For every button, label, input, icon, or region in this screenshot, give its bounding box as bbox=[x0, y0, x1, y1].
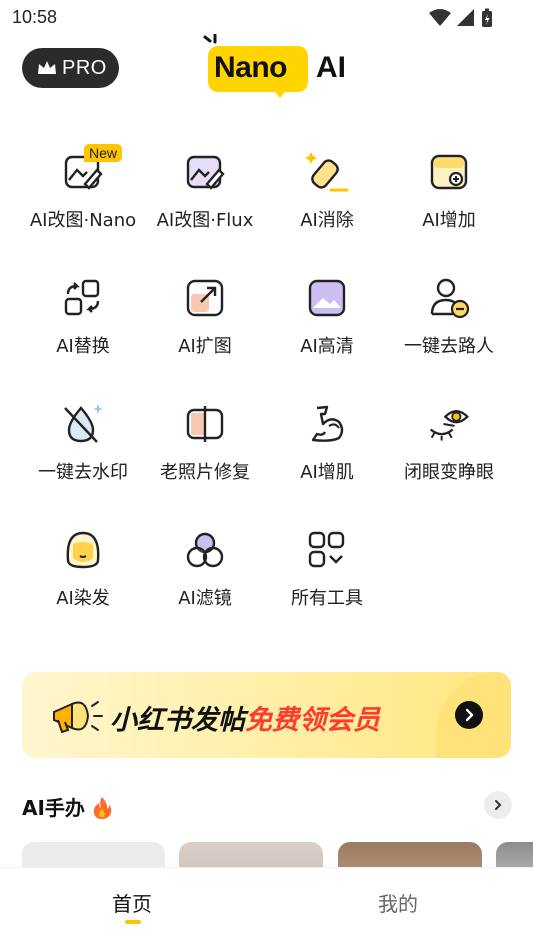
section-title-text: AI手办 bbox=[22, 796, 85, 820]
remove-person-icon bbox=[427, 276, 471, 320]
section-more-button[interactable] bbox=[484, 791, 512, 819]
tool-all-tools[interactable]: 所有工具 bbox=[266, 528, 388, 618]
banner-text-main: 小红书发帖 bbox=[110, 705, 245, 736]
hair-dye-icon bbox=[61, 528, 105, 572]
tool-label: AI替换 bbox=[56, 336, 110, 357]
wifi-icon bbox=[429, 9, 451, 26]
tool-ai-muscle[interactable]: AI增肌 bbox=[266, 402, 388, 492]
tool-ai-swap[interactable]: AI替换 bbox=[22, 276, 144, 366]
tool-ai-edit-nano[interactable]: New AI改图·Nano bbox=[22, 144, 144, 240]
muscle-icon bbox=[305, 402, 349, 446]
tool-ai-filter[interactable]: AI滤镜 bbox=[144, 528, 266, 618]
tool-label: AI增加 bbox=[422, 210, 476, 231]
app-logo: Nano AI bbox=[200, 34, 360, 102]
swap-icon bbox=[61, 276, 105, 320]
tool-label: AI改图·Flux bbox=[156, 210, 254, 231]
expand-image-icon bbox=[183, 276, 227, 320]
banner-text-highlight: 免费领会员 bbox=[245, 705, 380, 736]
tool-label: 所有工具 bbox=[291, 588, 363, 609]
banner-text: 小红书发帖免费领会员 bbox=[110, 698, 380, 737]
tool-ai-erase[interactable]: AI消除 bbox=[266, 150, 388, 240]
nav-mine[interactable]: 我的 bbox=[378, 888, 418, 917]
banner-arrow-button[interactable] bbox=[455, 701, 483, 729]
nav-home[interactable]: 首页 bbox=[112, 888, 152, 917]
tool-label: AI增肌 bbox=[300, 462, 354, 483]
status-time: 10:58 bbox=[12, 7, 58, 27]
tool-label: 闭眼变睁眼 bbox=[404, 462, 494, 483]
crown-icon bbox=[38, 61, 56, 74]
hd-image-icon bbox=[305, 276, 349, 320]
section-title: AI手办 bbox=[22, 792, 113, 821]
tool-ai-add[interactable]: AI增加 bbox=[388, 150, 510, 240]
chevron-right-icon bbox=[465, 708, 474, 722]
tool-label: 老照片修复 bbox=[160, 462, 250, 483]
nav-active-indicator bbox=[125, 920, 141, 924]
logo-ai-text: AI bbox=[316, 51, 346, 84]
filter-icon bbox=[183, 528, 227, 572]
megaphone-icon bbox=[53, 701, 103, 734]
image-edit-purple-icon bbox=[183, 150, 227, 194]
eye-open-icon bbox=[427, 402, 471, 446]
promo-banner[interactable]: 小红书发帖免费领会员 bbox=[22, 672, 511, 758]
all-tools-icon bbox=[305, 528, 349, 572]
tool-ai-edit-flux[interactable]: AI改图·Flux bbox=[144, 150, 266, 240]
tool-label: AI改图·Nano bbox=[29, 210, 137, 231]
tool-label: AI扩图 bbox=[178, 336, 232, 357]
battery-icon bbox=[482, 8, 492, 27]
tool-remove-person[interactable]: 一键去路人 bbox=[388, 276, 510, 366]
tool-label: AI染发 bbox=[56, 588, 110, 609]
tool-label: AI高清 bbox=[300, 336, 354, 357]
tool-ai-hd[interactable]: AI高清 bbox=[266, 276, 388, 366]
tool-remove-watermark[interactable]: 一键去水印 bbox=[22, 402, 144, 492]
chevron-right-icon bbox=[495, 800, 502, 810]
tool-label: 一键去路人 bbox=[404, 336, 494, 357]
new-badge: New bbox=[84, 144, 123, 162]
logo-nano-text: Nano bbox=[214, 51, 288, 84]
photo-restore-icon bbox=[183, 402, 227, 446]
status-icons bbox=[429, 8, 493, 28]
tool-photo-restore[interactable]: 老照片修复 bbox=[144, 402, 266, 492]
tool-ai-expand[interactable]: AI扩图 bbox=[144, 276, 266, 366]
tool-eye-open[interactable]: 闭眼变睁眼 bbox=[388, 402, 510, 492]
remove-watermark-icon bbox=[61, 402, 105, 446]
bottom-nav: 首页 我的 bbox=[0, 867, 533, 948]
tool-label: AI消除 bbox=[300, 210, 354, 231]
status-bar: 10:58 bbox=[0, 0, 533, 36]
tool-label: 一键去水印 bbox=[38, 462, 128, 483]
tool-label: AI滤镜 bbox=[178, 588, 232, 609]
tool-ai-hair-dye[interactable]: AI染发 bbox=[22, 528, 144, 618]
add-image-icon bbox=[427, 150, 471, 194]
pro-label: PRO bbox=[62, 56, 107, 79]
eraser-icon bbox=[305, 150, 349, 194]
fire-icon bbox=[93, 796, 112, 819]
pro-button[interactable]: PRO bbox=[22, 48, 119, 88]
signal-icon bbox=[457, 9, 474, 26]
